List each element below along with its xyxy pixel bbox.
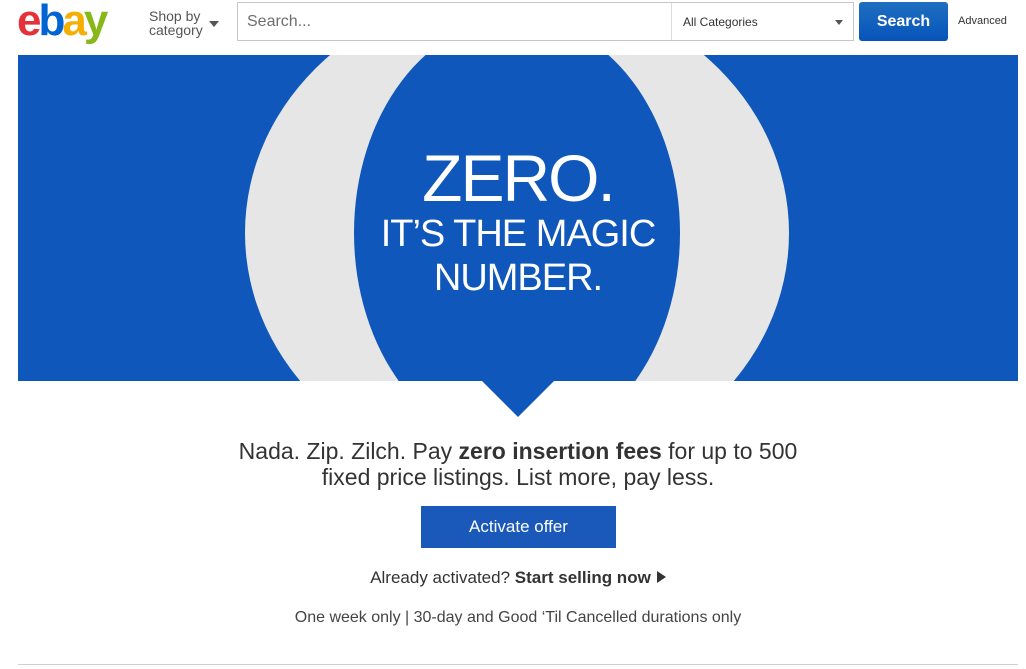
activate-offer-button[interactable]: Activate offer	[421, 506, 616, 548]
hero-line-zero: ZERO.	[422, 141, 616, 215]
category-select-value: All Categories	[683, 15, 758, 29]
offer-emphasis: zero insertion fees	[458, 438, 662, 464]
offer-description: Nada. Zip. Zilch. Pay zero insertion fee…	[18, 438, 1018, 490]
hero-line-magic: IT’S THE MAGIC	[380, 213, 657, 255]
advanced-search-link[interactable]: Advanced	[958, 15, 1007, 27]
chevron-down-icon	[835, 20, 843, 25]
logo-letter-b: b	[38, 0, 64, 45]
chevron-down-icon	[209, 21, 219, 27]
offer-line2: fixed price listings. List more, pay les…	[321, 464, 715, 490]
play-arrow-icon	[656, 570, 666, 583]
search-input[interactable]	[238, 3, 671, 40]
offer-suffix: for up to 500	[661, 438, 798, 464]
search-button[interactable]: Search	[859, 2, 948, 41]
start-selling-label: Start selling now	[514, 568, 651, 587]
logo-letters: ebay	[17, 0, 109, 45]
logo-letter-y: y	[84, 0, 109, 45]
hero-headline: ZERO. IT’S THE MAGIC NUMBER.	[18, 55, 1018, 381]
logo-letter-e: e	[17, 0, 40, 45]
start-selling-link[interactable]: Start selling now	[515, 568, 666, 587]
search-bar: All Categories	[237, 2, 854, 41]
shop-by-category-label: Shop by category	[149, 8, 203, 38]
ebay-logo[interactable]: ebay	[17, 0, 137, 48]
offer-terms: One week only | 30-day and Good ‘Til Can…	[294, 609, 742, 626]
shop-by-category-button[interactable]: Shop by category	[149, 9, 229, 39]
section-divider	[18, 664, 1018, 665]
hero-pointer	[482, 381, 554, 417]
already-activated: Already activated? Start selling now	[18, 568, 1018, 588]
hero-line-number: NUMBER.	[433, 257, 603, 299]
hero-banner: ZERO. IT’S THE MAGIC NUMBER.	[18, 55, 1018, 381]
offer-prefix: Nada. Zip. Zilch. Pay	[238, 438, 459, 464]
site-header: ebay Shop by category All Categories Sea…	[0, 0, 1026, 48]
category-select[interactable]: All Categories	[671, 3, 853, 40]
already-activated-prompt: Already activated?	[370, 568, 515, 587]
